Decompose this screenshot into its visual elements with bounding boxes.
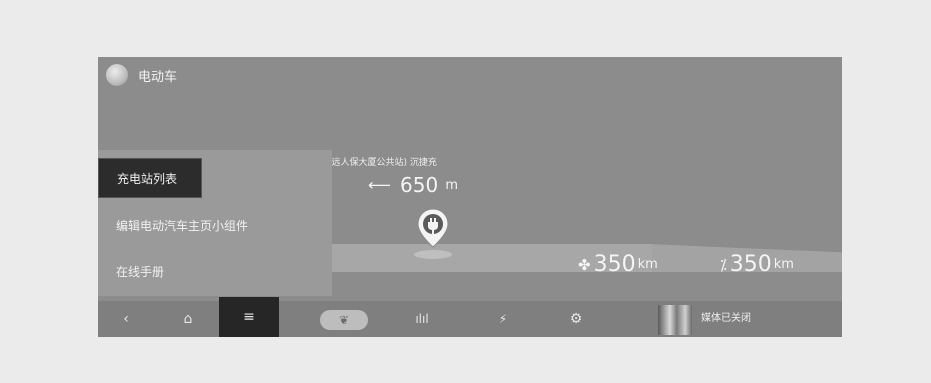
charging-pin-icon[interactable]	[416, 208, 450, 248]
stats-icon[interactable]: ılıl	[410, 301, 434, 337]
menu-icon[interactable]: ≡	[219, 297, 279, 337]
ev-screen: 电动车 充电站(新源恒远人保大厦公共站) 沉捷充 ⟵ 650 m 充电站列表 编…	[98, 57, 842, 337]
media-status[interactable]: 媒体已关闭	[701, 301, 751, 337]
menu-item-online-manual[interactable]: 在线手册	[98, 252, 332, 292]
pin-shadow	[414, 250, 452, 259]
left-arrow-icon: ⟵	[368, 175, 391, 195]
menu-item-station-list[interactable]: 充电站列表	[98, 158, 202, 198]
eco-sprout-icon[interactable]: ❦	[320, 310, 368, 330]
media-thumbnail[interactable]	[658, 305, 692, 335]
menu-item-edit-widget[interactable]: 编辑电动汽车主页小组件	[98, 206, 332, 246]
range-with-ac: ✤ 350 km	[578, 252, 658, 277]
range-value: 350	[593, 252, 636, 277]
range-unit: km	[637, 257, 658, 272]
range-without-ac: ⁒ 350 km	[720, 252, 794, 277]
distance-unit: m	[445, 177, 458, 193]
distance-readout: ⟵ 650 m	[368, 173, 458, 197]
distance-value: 650	[400, 173, 439, 197]
avatar[interactable]	[106, 64, 128, 86]
range-value: 350	[729, 252, 772, 277]
gear-icon[interactable]: ⚙	[564, 301, 588, 337]
app-title: 电动车	[138, 70, 178, 85]
charging-icon[interactable]: ⚡	[491, 301, 515, 337]
fan-icon: ✤	[578, 255, 591, 274]
back-icon[interactable]: ‹	[114, 301, 138, 337]
top-bar: 电动车	[98, 57, 842, 93]
home-icon[interactable]: ⌂	[176, 301, 200, 337]
bottom-navbar: ‹ ⌂ ≡ ❦ ılıl ⚡ ⚙ 媒体已关闭	[98, 297, 842, 337]
side-menu: 充电站列表 编辑电动汽车主页小组件 在线手册	[98, 150, 332, 296]
fan-off-icon: ⁒	[720, 255, 727, 274]
range-unit: km	[773, 257, 794, 272]
